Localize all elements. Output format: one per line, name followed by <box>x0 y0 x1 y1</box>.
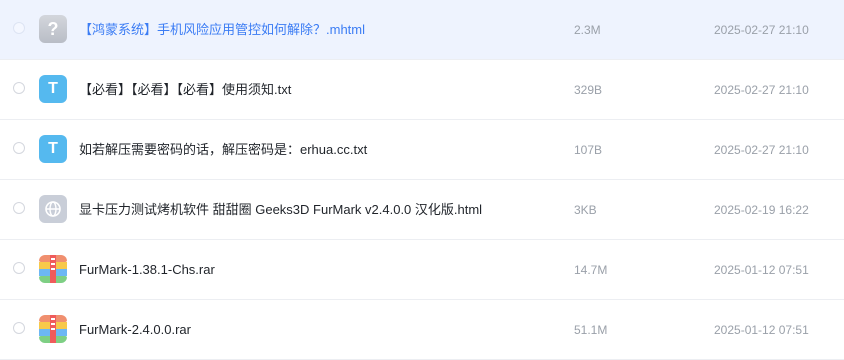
file-row[interactable]: ? 【鸿蒙系统】手机风险应用管控如何解除？.mhtml 2.3M 2025-02… <box>0 0 844 60</box>
file-name[interactable]: 显卡压力测试烤机软件 甜甜圈 Geeks3D FurMark v2.4.0.0 … <box>79 201 482 219</box>
file-size: 329B <box>574 83 603 97</box>
unknown-file-icon: ? <box>39 15 67 43</box>
text-file-icon: T <box>39 75 67 103</box>
archive-file-icon <box>39 315 67 343</box>
file-date: 2025-01-12 07:51 <box>714 323 809 337</box>
file-size: 107B <box>574 143 603 157</box>
row-checkbox[interactable] <box>13 202 25 214</box>
file-date: 2025-01-12 07:51 <box>714 263 809 277</box>
row-checkbox[interactable] <box>13 262 25 274</box>
file-name[interactable]: 【必看】【必看】【必看】使用须知.txt <box>79 81 291 99</box>
file-date: 2025-02-19 16:22 <box>714 203 809 217</box>
file-date: 2025-02-27 21:10 <box>714 83 809 97</box>
file-name[interactable]: 【鸿蒙系统】手机风险应用管控如何解除？.mhtml <box>79 21 365 39</box>
file-row[interactable]: 显卡压力测试烤机软件 甜甜圈 Geeks3D FurMark v2.4.0.0 … <box>0 180 844 240</box>
row-checkbox[interactable] <box>13 82 25 94</box>
file-name[interactable]: 如若解压需要密码的话，解压密码是：erhua.cc.txt <box>79 141 367 159</box>
row-checkbox[interactable] <box>13 142 25 154</box>
text-file-icon: T <box>39 135 67 163</box>
file-row[interactable]: T 【必看】【必看】【必看】使用须知.txt 329B 2025-02-27 2… <box>0 60 844 120</box>
file-size: 14.7M <box>574 263 608 277</box>
file-date: 2025-02-27 21:10 <box>714 143 809 157</box>
archive-file-icon <box>39 255 67 283</box>
file-size: 3KB <box>574 203 597 217</box>
row-checkbox[interactable] <box>13 22 25 34</box>
file-list: ? 【鸿蒙系统】手机风险应用管控如何解除？.mhtml 2.3M 2025-02… <box>0 0 844 360</box>
file-row[interactable]: T 如若解压需要密码的话，解压密码是：erhua.cc.txt 107B 202… <box>0 120 844 180</box>
row-checkbox[interactable] <box>13 322 25 334</box>
file-size: 2.3M <box>574 23 601 37</box>
file-name[interactable]: FurMark-2.4.0.0.rar <box>79 321 191 339</box>
web-file-icon <box>39 195 67 223</box>
file-row[interactable]: FurMark-2.4.0.0.rar 51.1M 2025-01-12 07:… <box>0 300 844 360</box>
file-row[interactable]: FurMark-1.38.1-Chs.rar 14.7M 2025-01-12 … <box>0 240 844 300</box>
file-name[interactable]: FurMark-1.38.1-Chs.rar <box>79 261 215 279</box>
file-date: 2025-02-27 21:10 <box>714 23 809 37</box>
file-size: 51.1M <box>574 323 608 337</box>
